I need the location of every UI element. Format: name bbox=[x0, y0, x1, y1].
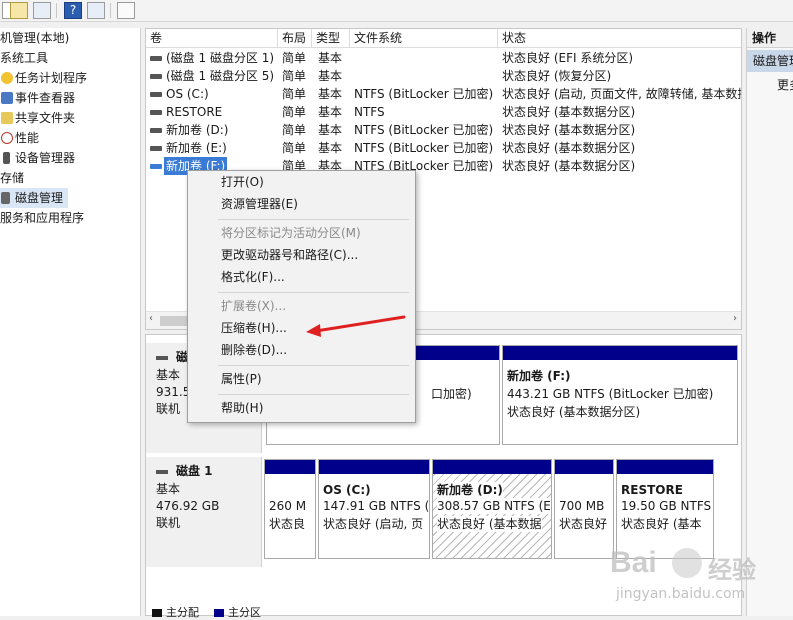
actions-pane: 操作 磁盘管理 更多 bbox=[746, 28, 793, 616]
partition-bar bbox=[617, 460, 713, 474]
baidu-watermark: Bai 经验 jingyan.baidu.com bbox=[610, 546, 756, 602]
table-row[interactable]: (磁盘 1 磁盘分区 5) 简单 基本 状态良好 (恢复分区) bbox=[146, 67, 741, 85]
tree-item-disk-management[interactable]: 磁盘管理 bbox=[0, 188, 68, 208]
navigation-tree: 机管理(本地) 系统工具 任务计划程序 事件查看器 共享文件夹 性能 设备管理器… bbox=[0, 28, 141, 616]
actions-more-link[interactable]: 更多 bbox=[777, 76, 793, 94]
drive-icon bbox=[150, 56, 162, 61]
actions-title: 操作 bbox=[747, 28, 793, 48]
scroll-right-icon[interactable]: › bbox=[733, 313, 737, 324]
table-row[interactable]: 新加卷 (E:) 简单 基本 NTFS (BitLocker 已加密) 状态良好… bbox=[146, 139, 741, 157]
drive-icon bbox=[150, 128, 162, 133]
tree-item-computer-management[interactable]: 机管理(本地) bbox=[0, 28, 69, 48]
checklist-icon[interactable] bbox=[117, 2, 135, 19]
device-manager-icon bbox=[3, 152, 10, 164]
partition-efi[interactable]: 260 M 状态良 bbox=[264, 459, 316, 559]
column-header-volume[interactable]: 卷 bbox=[146, 29, 278, 48]
properties-icon[interactable] bbox=[33, 2, 51, 19]
toolbar-separator bbox=[56, 3, 57, 18]
tree-item-task-scheduler[interactable]: 任务计划程序 bbox=[0, 68, 87, 88]
partition-bar bbox=[265, 460, 315, 474]
disk-1-label[interactable]: 磁盘 1 基本 476.92 GB 联机 bbox=[146, 457, 262, 567]
folder-icon[interactable] bbox=[10, 2, 28, 19]
tree-item-shared-folders[interactable]: 共享文件夹 bbox=[0, 108, 75, 128]
event-viewer-icon bbox=[1, 92, 13, 104]
menu-separator bbox=[218, 365, 409, 366]
column-header-layout[interactable]: 布局 bbox=[278, 29, 312, 48]
scroll-left-icon[interactable]: ‹ bbox=[149, 313, 153, 324]
actions-section-disk-management[interactable]: 磁盘管理 bbox=[747, 50, 793, 72]
toolbar-separator bbox=[110, 3, 111, 18]
context-menu: 打开(O) 资源管理器(E) 将分区标记为活动分区(M) 更改驱动器号和路径(C… bbox=[187, 170, 416, 423]
toolbar: ? bbox=[0, 0, 793, 22]
view-icon[interactable] bbox=[87, 2, 105, 19]
disk-icon bbox=[156, 469, 168, 474]
partition-recovery[interactable]: 700 MB 状态良好 bbox=[554, 459, 614, 559]
menu-item-open[interactable]: 打开(O) bbox=[221, 173, 264, 191]
drive-icon bbox=[150, 164, 162, 169]
partition-bar bbox=[319, 460, 429, 474]
drive-icon bbox=[150, 110, 162, 115]
menu-item-delete-volume[interactable]: 删除卷(D)... bbox=[221, 341, 287, 359]
table-row[interactable]: (磁盘 1 磁盘分区 1) 简单 基本 状态良好 (EFI 系统分区) bbox=[146, 49, 741, 67]
menu-separator bbox=[218, 292, 409, 293]
annotation-arrow-icon bbox=[306, 315, 406, 337]
clock-icon bbox=[1, 72, 13, 84]
menu-item-explorer[interactable]: 资源管理器(E) bbox=[221, 195, 298, 213]
tree-item-system-tools[interactable]: 系统工具 bbox=[0, 48, 48, 68]
table-row[interactable]: 新加卷 (D:) 简单 基本 NTFS (BitLocker 已加密) 状态良好… bbox=[146, 121, 741, 139]
partition-f[interactable]: 新加卷 (F:) 443.21 GB NTFS (BitLocker 已加密) … bbox=[502, 345, 738, 445]
drive-icon bbox=[150, 146, 162, 151]
help-icon[interactable]: ? bbox=[64, 2, 82, 19]
tree-item-performance[interactable]: 性能 bbox=[0, 128, 39, 148]
column-header-type[interactable]: 类型 bbox=[312, 29, 350, 48]
partition-c[interactable]: OS (C:) 147.91 GB NTFS ( 状态良好 (启动, 页 bbox=[318, 459, 430, 559]
tree-item-storage[interactable]: 存储 bbox=[0, 168, 24, 188]
drive-icon bbox=[150, 74, 162, 79]
menu-separator bbox=[218, 394, 409, 395]
disk-icon bbox=[156, 355, 168, 360]
menu-item-change-drive-letter[interactable]: 更改驱动器号和路径(C)... bbox=[221, 246, 358, 264]
menu-item-shrink-volume[interactable]: 压缩卷(H)... bbox=[221, 319, 287, 337]
partition-d[interactable]: 新加卷 (D:) 308.57 GB NTFS (E 状态良好 (基本数据 bbox=[432, 459, 552, 559]
performance-icon bbox=[1, 132, 13, 144]
menu-item-mark-active: 将分区标记为活动分区(M) bbox=[221, 226, 361, 240]
tree-item-event-viewer[interactable]: 事件查看器 bbox=[0, 88, 75, 108]
menu-item-help[interactable]: 帮助(H) bbox=[221, 399, 263, 417]
menu-item-properties[interactable]: 属性(P) bbox=[221, 370, 262, 388]
tree-item-device-manager[interactable]: 设备管理器 bbox=[0, 148, 75, 168]
column-header-filesystem[interactable]: 文件系统 bbox=[350, 29, 498, 48]
shared-folder-icon bbox=[1, 112, 13, 124]
table-row[interactable]: RESTORE 简单 基本 NTFS 状态良好 (基本数据分区) bbox=[146, 103, 741, 121]
disk-management-icon bbox=[1, 192, 10, 204]
table-row[interactable]: OS (C:) 简单 基本 NTFS (BitLocker 已加密) 状态良好 … bbox=[146, 85, 741, 103]
partition-bar bbox=[433, 460, 551, 474]
drive-icon bbox=[150, 92, 162, 97]
paw-icon bbox=[672, 548, 702, 578]
menu-item-format[interactable]: 格式化(F)... bbox=[221, 268, 285, 286]
menu-separator bbox=[218, 219, 409, 220]
column-header-status[interactable]: 状态 bbox=[498, 29, 741, 48]
partition-bar bbox=[503, 346, 737, 360]
tree-item-services-apps[interactable]: 服务和应用程序 bbox=[0, 208, 84, 228]
partition-restore[interactable]: RESTORE 19.50 GB NTFS 状态良好 (基本 bbox=[616, 459, 714, 559]
menu-item-extend-volume: 扩展卷(X)... bbox=[221, 299, 287, 313]
partition-bar bbox=[555, 460, 613, 474]
